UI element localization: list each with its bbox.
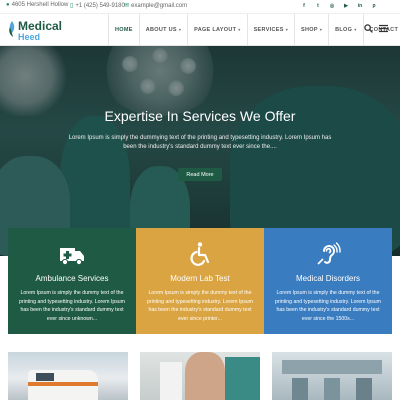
chevron-down-icon: ▾: [285, 27, 289, 32]
lab-bottle-image: [324, 378, 340, 400]
youtube-icon[interactable]: ▶: [342, 2, 350, 10]
ambulance-stripe-shape: [28, 382, 98, 386]
nav-label: PAGE LAYOUT: [194, 26, 237, 33]
top-info-bar: ● 4605 Hershell Hollow ▯ +1 (425) 549-91…: [0, 0, 400, 14]
logo-mark-icon: [9, 21, 15, 37]
service-card-lab-test[interactable]: Modern Lab Test Lorem Ipsum is simply th…: [136, 228, 264, 334]
hero-banner: Expertise In Services We Offer Lorem Ips…: [0, 46, 400, 256]
facebook-icon[interactable]: f: [300, 2, 308, 10]
ambulance-window-shape: [36, 373, 54, 381]
lab-bottle-image: [356, 378, 372, 400]
site-logo[interactable]: Medical Heed: [8, 18, 68, 42]
chevron-down-icon: ▾: [319, 27, 323, 32]
search-icon[interactable]: [364, 24, 373, 33]
service-description: Lorem Ipsum is simply the dummy text of …: [146, 290, 253, 322]
nav-item-services[interactable]: SERVICES ▾: [248, 14, 294, 45]
main-navigation: HOME ABOUT US ▾ PAGE LAYOUT ▾ SERVICES ▾ SH…: [108, 14, 400, 45]
service-title: Modern Lab Test: [170, 274, 230, 283]
hands-image: [185, 352, 225, 400]
nav-label: ABOUT US: [145, 26, 177, 33]
nav-item-page-layout[interactable]: PAGE LAYOUT ▾: [188, 14, 246, 45]
service-card-disorders[interactable]: Medical Disorders Lorem Ipsum is simply …: [264, 228, 392, 334]
email-info[interactable]: ✉ example@gmail.com: [124, 2, 187, 10]
hero-description: Lorem Ipsum is simply the dummying text …: [68, 135, 332, 150]
ambulance-icon: [60, 248, 84, 266]
gallery-row: [8, 352, 392, 400]
chevron-down-icon: ▾: [178, 27, 182, 32]
service-card-ambulance[interactable]: Ambulance Services Lorem Ipsum is simply…: [8, 228, 136, 334]
scrubs-image: [225, 357, 260, 400]
chevron-down-icon: ▾: [238, 27, 241, 32]
service-title: Medical Disorders: [295, 274, 361, 283]
location-pin-icon: ●: [6, 2, 10, 8]
chevron-down-icon: ▾: [354, 27, 357, 32]
phone-text[interactable]: +1 (425) 549-9180: [75, 3, 125, 9]
nav-label: BLOG: [335, 26, 353, 33]
lab-bottle-image: [292, 378, 308, 400]
phone-icon: ▯: [70, 3, 74, 9]
hero-title: Expertise In Services We Offer: [104, 108, 296, 124]
nav-label: SHOP: [301, 26, 318, 33]
service-description: Lorem Ipsum is simply the dummy text of …: [274, 290, 381, 322]
lab-equipment-photo[interactable]: [272, 352, 392, 400]
wheelchair-icon: [190, 242, 210, 266]
twitter-icon[interactable]: t: [314, 2, 322, 10]
nav-item-blog[interactable]: BLOG ▾: [329, 14, 362, 45]
nav-item-about-us[interactable]: ABOUT US ▾: [140, 14, 187, 45]
email-text[interactable]: example@gmail.com: [131, 3, 187, 9]
service-title: Ambulance Services: [35, 274, 109, 283]
address-info: ● 4605 Hershell Hollow: [6, 2, 68, 8]
phone-info[interactable]: ▯ +1 (425) 549-9180: [70, 2, 125, 10]
header-icons: [364, 24, 388, 33]
nav-item-shop[interactable]: SHOP ▾: [295, 14, 328, 45]
logo-text-primary: Medical: [18, 19, 63, 33]
nav-item-home[interactable]: HOME: [109, 14, 139, 45]
linkedin-icon[interactable]: in: [356, 2, 364, 10]
read-more-button[interactable]: Read More: [178, 168, 222, 181]
service-description: Lorem Ipsum is simply the dummy text of …: [18, 290, 125, 322]
menu-icon[interactable]: [379, 24, 388, 33]
logo-text-secondary: Heed: [18, 32, 41, 42]
hearing-icon: [317, 242, 341, 265]
ambulance-photo[interactable]: [8, 352, 128, 400]
site-header: Medical Heed HOME ABOUT US ▾ PAGE LAYOUT ▾…: [0, 14, 400, 46]
coat-image: [160, 362, 182, 400]
lab-shelf-image: [282, 360, 382, 374]
address-text: 4605 Hershell Hollow: [11, 2, 69, 8]
envelope-icon: ✉: [124, 3, 130, 9]
nav-label: SERVICES: [253, 26, 284, 33]
instagram-icon[interactable]: ◎: [328, 2, 336, 10]
doctor-patient-photo[interactable]: [140, 352, 260, 400]
pinterest-icon[interactable]: p: [370, 2, 378, 10]
services-row: Ambulance Services Lorem Ipsum is simply…: [8, 228, 392, 334]
nav-label: HOME: [115, 26, 133, 33]
